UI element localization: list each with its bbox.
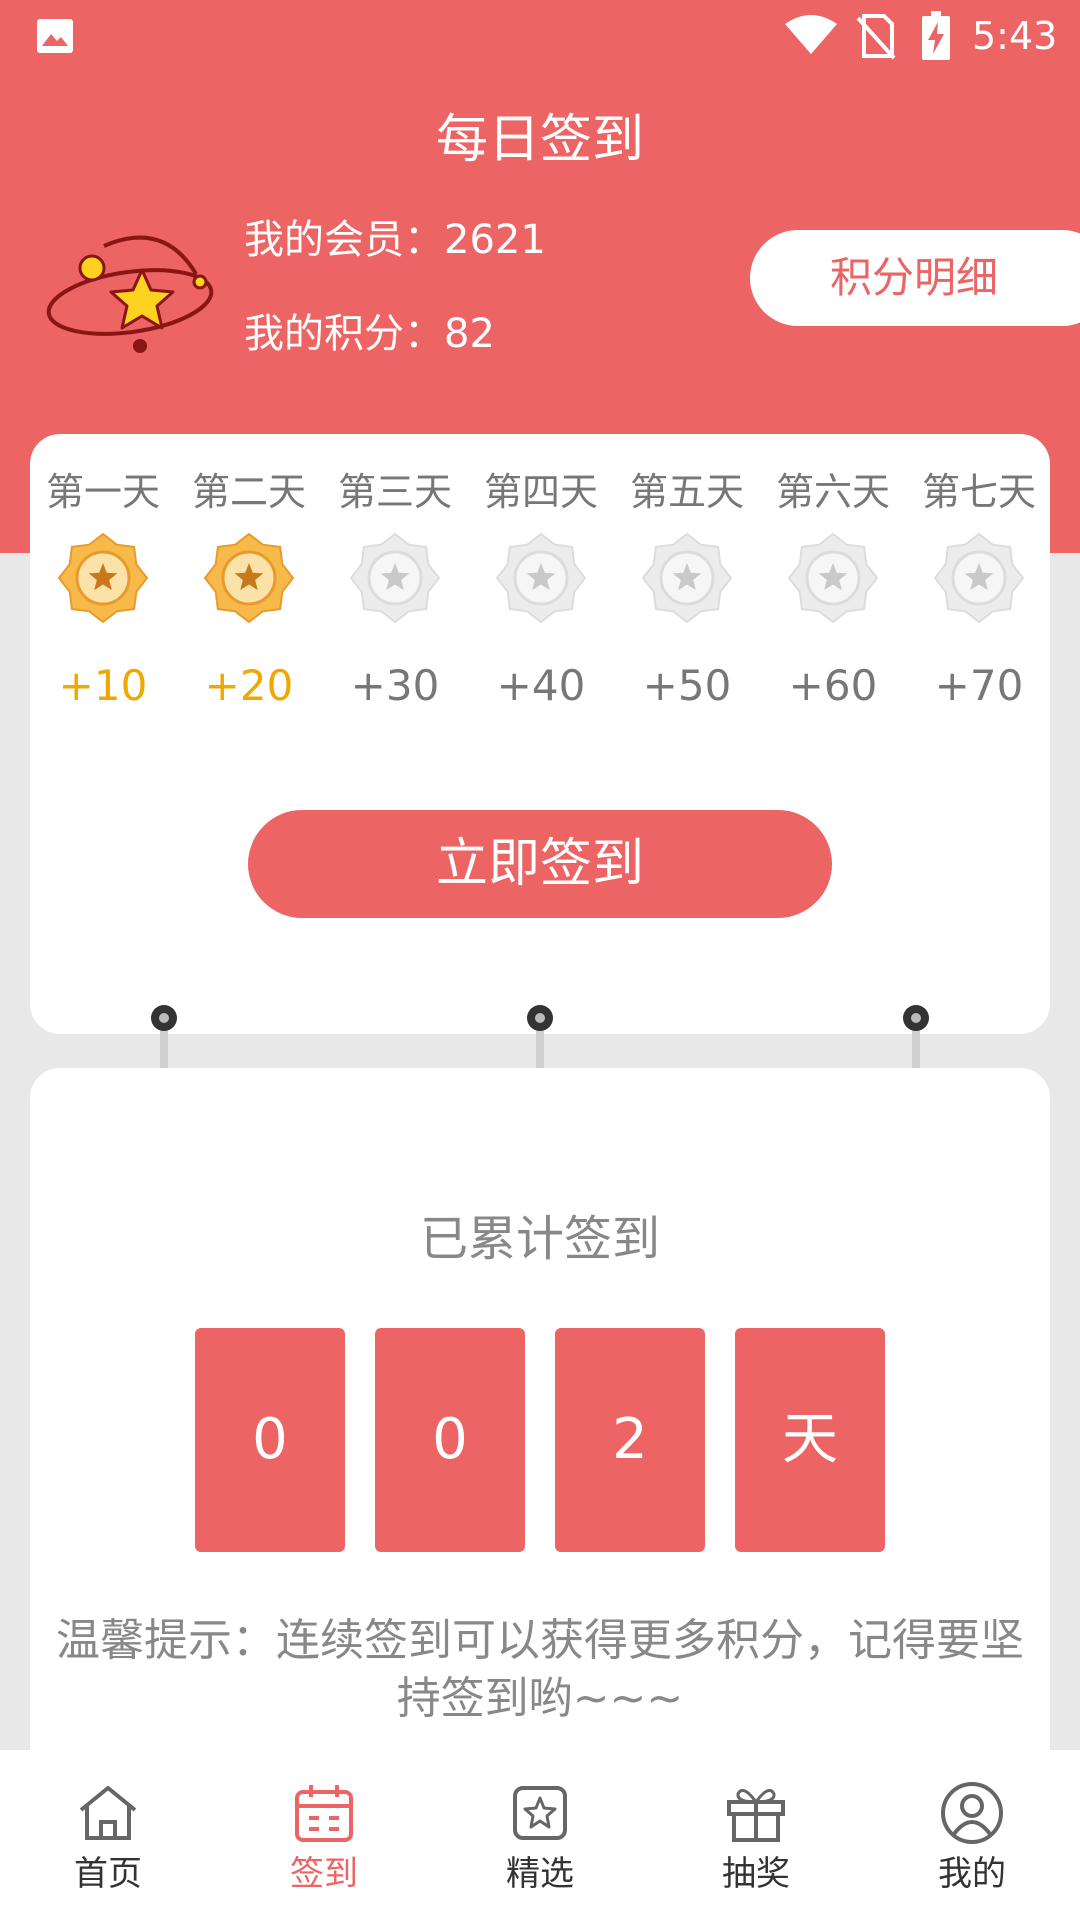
status-bar: 5:43 bbox=[0, 0, 1080, 76]
day-label: 第四天 bbox=[483, 470, 598, 514]
day-label: 第一天 bbox=[45, 470, 160, 514]
star-badge-gold-icon bbox=[57, 532, 149, 624]
points-count: 我的积分：82 bbox=[244, 311, 495, 357]
day-item: 第六天 +60 bbox=[760, 464, 906, 714]
accumulated-label: 已累计签到 bbox=[419, 1211, 660, 1267]
nav-item-featured[interactable]: 精选 bbox=[432, 1780, 648, 1900]
checkin-button[interactable]: 立即签到 bbox=[248, 810, 832, 918]
day-reward: +40 bbox=[496, 661, 586, 710]
day-item: 第二天 +20 bbox=[176, 464, 322, 714]
nav-item-home[interactable]: 首页 bbox=[0, 1780, 216, 1900]
day-label: 第二天 bbox=[191, 470, 306, 514]
day-label: 第六天 bbox=[775, 470, 890, 514]
points-detail-button[interactable]: 积分明细 bbox=[750, 230, 1080, 326]
nav-item-lottery[interactable]: 抽奖 bbox=[648, 1780, 864, 1900]
nav-label-featured: 精选 bbox=[506, 1854, 574, 1894]
day-label: 第三天 bbox=[337, 470, 452, 514]
day-item: 第四天 +40 bbox=[468, 464, 614, 714]
day-label: 第五天 bbox=[629, 470, 744, 514]
wifi-icon bbox=[785, 15, 837, 54]
star-box-icon bbox=[513, 1786, 567, 1840]
nav-label-lottery: 抽奖 bbox=[722, 1854, 790, 1894]
day-item: 第七天 +70 bbox=[906, 464, 1052, 714]
home-icon bbox=[79, 1786, 137, 1840]
nav-item-mine[interactable]: 我的 bbox=[864, 1780, 1080, 1900]
counter-digit: 0 bbox=[375, 1328, 525, 1552]
day-reward: +50 bbox=[642, 661, 732, 710]
gallery-icon bbox=[37, 19, 73, 53]
star-badge-gray-icon bbox=[641, 532, 733, 624]
counter-digit: 0 bbox=[195, 1328, 345, 1552]
star-badge-gold-icon bbox=[203, 532, 295, 624]
day-item: 第五天 +50 bbox=[614, 464, 760, 714]
status-time: 5:43 bbox=[972, 14, 1058, 58]
gift-icon bbox=[727, 1788, 785, 1842]
no-sim-icon bbox=[856, 14, 896, 60]
day-reward: +70 bbox=[934, 661, 1024, 710]
counter-digit: 2 bbox=[555, 1328, 705, 1552]
day-reward: +10 bbox=[58, 661, 148, 710]
nav-item-checkin[interactable]: 签到 bbox=[216, 1780, 432, 1900]
day-reward: +60 bbox=[788, 661, 878, 710]
battery-charging-icon bbox=[922, 11, 950, 60]
star-badge-gray-icon bbox=[787, 532, 879, 624]
user-icon bbox=[941, 1782, 1003, 1844]
summary-card: 已累计签到 0 0 2 天 温馨提示：连续签到可以获得更多积分，记得要坚持签到哟… bbox=[30, 1068, 1050, 1788]
member-count: 我的会员：2621 bbox=[244, 217, 546, 263]
star-badge-gray-icon bbox=[495, 532, 587, 624]
planet-star-icon bbox=[46, 235, 214, 353]
calendar-icon bbox=[295, 1785, 353, 1842]
tip-text: 温馨提示：连续签到可以获得更多积分，记得要坚持签到哟~~~ bbox=[56, 1615, 1024, 1724]
star-badge-gray-icon bbox=[349, 532, 441, 624]
nav-label-mine: 我的 bbox=[938, 1854, 1006, 1894]
bottom-nav: 首页 签到 精选 抽奖 我的 bbox=[0, 1750, 1080, 1920]
nav-label-checkin: 签到 bbox=[290, 1854, 358, 1894]
page-title: 每日签到 bbox=[435, 110, 644, 170]
checkin-card: 第一天 +10 第二天 +20 第三天 +30 第四天 +40 第五天 +50 第六天 +60 第七天 +… bbox=[30, 434, 1050, 1034]
day-item: 第三天 +30 bbox=[322, 464, 468, 714]
day-reward: +30 bbox=[350, 661, 440, 710]
counter-unit: 天 bbox=[735, 1328, 885, 1552]
day-item: 第一天 +10 bbox=[30, 464, 176, 714]
day-label: 第七天 bbox=[921, 470, 1036, 514]
day-reward: +20 bbox=[204, 661, 294, 710]
nav-label-home: 首页 bbox=[74, 1854, 142, 1894]
star-badge-gray-icon bbox=[933, 532, 1025, 624]
